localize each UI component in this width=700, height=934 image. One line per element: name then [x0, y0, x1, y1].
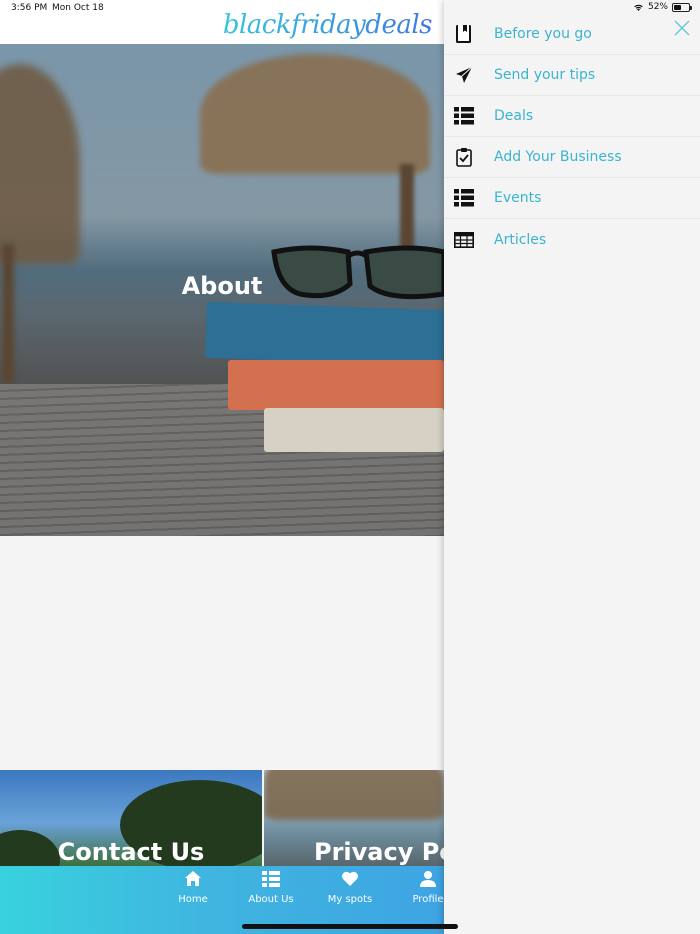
drawer-item-send-your-tips[interactable]: Send your tips [444, 55, 700, 96]
book-white [264, 408, 444, 452]
tile-title: Privacy Poli [314, 838, 444, 866]
contact-us-tile[interactable]: Contact Us [0, 770, 262, 866]
drawer-item-label: Add Your Business [494, 149, 622, 165]
drawer-item-events[interactable]: Events [444, 178, 700, 219]
drawer-item-before-you-go[interactable]: Before you go [444, 14, 700, 55]
paper-plane-icon [454, 65, 474, 85]
drawer-item-deals[interactable]: Deals [444, 96, 700, 137]
privacy-policy-tile[interactable]: Privacy Poli [264, 770, 444, 866]
clipboard-check-icon [454, 147, 474, 167]
tab-home[interactable]: Home [158, 870, 228, 905]
tab-about-us[interactable]: About Us [236, 870, 306, 905]
heart-icon [342, 871, 358, 886]
list-icon [262, 871, 280, 887]
list-icon [454, 106, 474, 126]
umbrella-pole [2, 244, 14, 384]
drawer-item-articles[interactable]: Articles [444, 219, 700, 260]
umbrella-shape [264, 770, 444, 820]
book-blue [205, 301, 444, 367]
tab-label: About Us [248, 894, 294, 905]
drawer-menu: Before you go Send your tips Deals Add Y… [444, 14, 700, 260]
tab-label: Profile [412, 894, 444, 905]
table-icon [454, 230, 474, 250]
side-drawer: Before you go Send your tips Deals Add Y… [444, 0, 700, 934]
drawer-item-label: Events [494, 190, 542, 206]
drawer-item-label: Articles [494, 231, 547, 248]
bookmark-book-icon [454, 24, 474, 44]
status-bar: 3:56 PM Mon Oct 18 52% [0, 0, 700, 18]
umbrella-shape [200, 54, 430, 174]
battery-percent: 52% [647, 2, 668, 12]
home-indicator [242, 924, 458, 929]
drawer-item-label: Send your tips [494, 67, 596, 83]
hero-title: About [181, 272, 263, 300]
tab-label: My spots [327, 894, 373, 905]
tile-title: Contact Us [57, 838, 205, 866]
battery-icon [672, 2, 692, 12]
home-icon [185, 871, 201, 886]
drawer-item-label: Before you go [494, 26, 592, 42]
drawer-item-add-your-business[interactable]: Add Your Business [444, 137, 700, 178]
drawer-item-label: Deals [494, 108, 534, 124]
umbrella-shape [0, 64, 80, 264]
person-icon [420, 871, 436, 887]
tab-label: Home [178, 894, 208, 905]
about-hero-banner[interactable]: About [0, 44, 444, 536]
status-date: Mon Oct 18 [52, 3, 104, 13]
list-icon [454, 188, 474, 208]
wifi-icon [634, 4, 643, 11]
status-indicators: 52% [633, 2, 692, 12]
status-time: 3:56 PM [11, 3, 48, 13]
book-orange [228, 360, 444, 410]
tab-my-spots[interactable]: My spots [315, 870, 385, 905]
